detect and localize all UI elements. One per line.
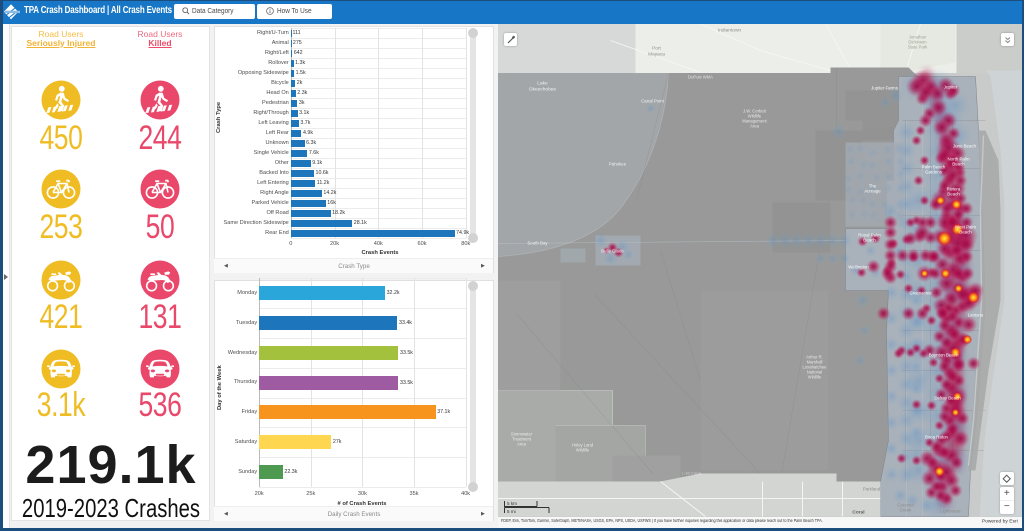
- svg-text:Wildlife: Wildlife: [575, 447, 589, 452]
- svg-text:Creek: Creek: [899, 507, 912, 512]
- svg-text:5 mi: 5 mi: [507, 509, 516, 514]
- svg-text:Pahokee: Pahokee: [608, 161, 626, 166]
- svg-text:Juno Beach: Juno Beach: [952, 143, 976, 148]
- svg-text:Lighthouse: Lighthouse: [940, 508, 961, 513]
- svg-text:State Park: State Park: [907, 44, 927, 49]
- svg-text:Boynton Beach: Boynton Beach: [928, 352, 958, 357]
- svg-text:DuPuis WMA: DuPuis WMA: [688, 74, 713, 79]
- svg-text:Area: Area: [750, 123, 760, 128]
- svg-text:Beach: Beach: [863, 237, 876, 242]
- svg-text:Belle Glade: Belle Glade: [601, 248, 624, 253]
- svg-text:Parkland: Parkland: [862, 486, 880, 491]
- svg-text:Indiantown: Indiantown: [717, 27, 741, 33]
- svg-text:Lantana: Lantana: [967, 312, 983, 317]
- svg-text:Jupiter Farms: Jupiter Farms: [871, 85, 899, 90]
- svg-text:Delray Beach: Delray Beach: [934, 395, 961, 400]
- svg-text:5 km: 5 km: [507, 501, 517, 506]
- svg-text:Mayaca: Mayaca: [648, 51, 665, 57]
- svg-text:Wellington: Wellington: [848, 264, 869, 269]
- svg-text:Coral: Coral: [852, 509, 864, 515]
- svg-text:Boca Raton: Boca Raton: [925, 434, 949, 439]
- svg-text:Gardens: Gardens: [925, 169, 943, 174]
- svg-text:Beach: Beach: [959, 229, 972, 234]
- svg-text:L-36 Canal: L-36 Canal: [681, 470, 701, 475]
- svg-text:Canal Point: Canal Point: [641, 98, 664, 103]
- svg-text:Beach: Beach: [947, 191, 960, 196]
- svg-text:Jupiter: Jupiter: [943, 84, 957, 89]
- svg-text:Area: Area: [517, 441, 527, 446]
- svg-text:Greenacres: Greenacres: [909, 290, 931, 295]
- svg-text:Okeechobee: Okeechobee: [528, 86, 556, 92]
- svg-text:Acreage: Acreage: [864, 188, 881, 193]
- svg-text:Beach: Beach: [952, 161, 965, 166]
- svg-text:Port: Port: [652, 45, 661, 51]
- svg-text:South Bay: South Bay: [527, 240, 548, 245]
- svg-text:Lake: Lake: [537, 80, 548, 86]
- svg-text:Wildlife: Wildlife: [807, 374, 821, 379]
